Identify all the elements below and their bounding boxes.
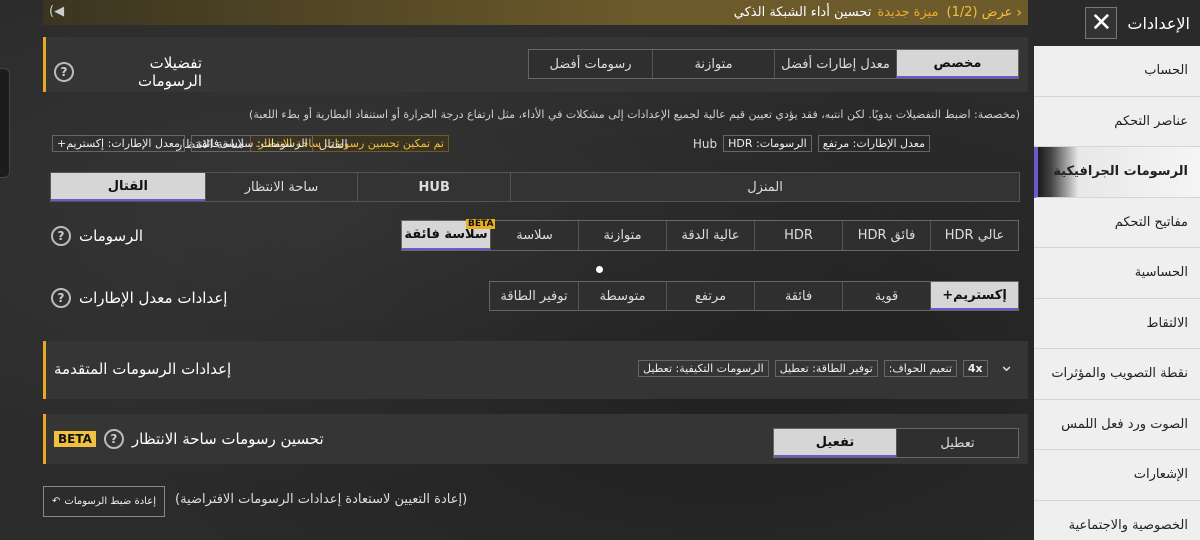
graphics-option-balanced[interactable]: متوازنة xyxy=(578,221,666,250)
graphics-pref-title-wrap: تفضيلات الرسومات ? xyxy=(54,54,202,90)
sidebar-item-label: الالتقاط xyxy=(1146,315,1188,331)
graphics-option-smooth[interactable]: سلاسة xyxy=(490,221,578,250)
sidebar-item-notifications[interactable]: الإشعارات xyxy=(1034,450,1200,501)
fps-option-ultra[interactable]: فائقة xyxy=(754,282,842,310)
power-save-tag: توفير الطاقة: تعطيل xyxy=(774,360,878,377)
mode-tabs: المنزل HUB ساحة الانتظار القتال xyxy=(50,172,1020,202)
speaker-icon: ◀) xyxy=(49,4,65,19)
sidebar-item-label: الصوت ورد فعل اللمس xyxy=(1061,416,1188,432)
sidebar-item-crosshair[interactable]: نقطة التصويب والمؤثرات xyxy=(1034,349,1200,400)
left-edge-handle xyxy=(0,68,10,178)
beta-tag: BETA xyxy=(466,219,496,229)
help-icon[interactable]: ? xyxy=(51,288,71,308)
sidebar-item-controls[interactable]: عناصر التحكم xyxy=(1034,97,1200,147)
reset-description: (إعادة التعيين لاستعادة إعدادات الرسومات… xyxy=(175,492,468,507)
fps-option-high[interactable]: مرتفع xyxy=(666,282,754,310)
option-enable[interactable]: تفعيل xyxy=(774,429,896,457)
graphics-option-label: سلاسة فائقة xyxy=(404,227,488,242)
announcement-new-feature: ميزة جديدة xyxy=(877,5,939,20)
chevron-left-icon[interactable]: ‹ xyxy=(1016,5,1022,21)
fps-label-wrap: إعدادات معدل الإطارات ? xyxy=(51,288,227,308)
fps-option-medium[interactable]: متوسطة xyxy=(578,282,666,310)
sidebar-item-graphics[interactable]: الرسومات الجرافيكية xyxy=(1034,147,1200,198)
tab-combat[interactable]: القتال xyxy=(50,173,205,201)
graphics-option-hdr-high[interactable]: عالي HDR xyxy=(930,221,1018,250)
pref-option-custom[interactable]: مخصص xyxy=(896,50,1018,78)
help-icon[interactable]: ? xyxy=(54,62,74,82)
combat-graphics-tag: الرسومات: سلاسة فائقة xyxy=(190,135,313,152)
lobby-enhance-segmented: تعطيل تفعيل xyxy=(773,428,1019,458)
settings-sidebar: الإعدادات ✕ الحساب عناصر التحكم الرسومات… xyxy=(1034,0,1200,540)
sidebar-item-audio[interactable]: الصوت ورد فعل اللمس xyxy=(1034,400,1200,450)
reset-graphics-button[interactable]: إعادة ضبط الرسومات ↶ xyxy=(43,486,165,517)
sidebar-item-label: الحساسية xyxy=(1134,265,1188,281)
lobby-enhance-title-wrap: تحسين رسومات ساحة الانتظار ? BETA xyxy=(54,429,324,449)
sidebar-item-label: عناصر التحكم xyxy=(1114,113,1188,129)
sidebar-item-account[interactable]: الحساب xyxy=(1034,46,1200,97)
fps-option-strong[interactable]: قوية xyxy=(842,282,930,310)
announcement-offer: عرض (1/2) xyxy=(946,5,1013,20)
tab-hub[interactable]: HUB xyxy=(357,173,511,201)
sidebar-item-label: الرسومات الجرافيكية xyxy=(1053,164,1188,180)
sidebar-item-label: الخصوصية والاجتماعية xyxy=(1068,517,1188,533)
graphics-option-hdr-ultra[interactable]: فائق HDR xyxy=(842,221,930,250)
pref-option-fps[interactable]: معدل إطارات أفضل xyxy=(774,50,896,78)
sidebar-item-pickup[interactable]: الالتقاط xyxy=(1034,299,1200,349)
close-icon[interactable]: ✕ xyxy=(1085,7,1118,39)
sidebar-item-label: مفاتيح التحكم xyxy=(1114,214,1188,230)
help-icon[interactable]: ? xyxy=(103,429,124,449)
hub-label: Hub xyxy=(692,136,718,151)
settings-title: الإعدادات xyxy=(1127,13,1190,33)
sidebar-item-label: نقطة التصويب والمؤثرات xyxy=(1051,366,1188,382)
combat-label: القتال xyxy=(318,136,348,151)
aa-tag: تنعيم الحواف: xyxy=(883,360,957,377)
hub-graphics-tag: الرسومات: HDR xyxy=(723,135,812,152)
graphics-pref-segmented: مخصص معدل إطارات أفضل متوازنة رسومات أفض… xyxy=(528,49,1019,79)
help-icon[interactable]: ? xyxy=(51,226,71,246)
advanced-section[interactable]: إعدادات الرسومات المتقدمة 4x تنعيم الحوا… xyxy=(43,341,1028,399)
fps-option-power-save[interactable]: توفير الطاقة xyxy=(490,282,578,310)
sidebar-item-privacy[interactable]: الخصوصية والاجتماعية xyxy=(1034,501,1200,540)
hub-fps-tag: معدل الإطارات: مرتفع xyxy=(817,135,930,152)
combat-fps-tag: معدل الإطارات: إكستريم+ xyxy=(52,135,185,152)
advanced-title: إعدادات الرسومات المتقدمة xyxy=(54,360,232,378)
graphics-pref-title: تفضيلات الرسومات xyxy=(137,54,202,90)
sidebar-item-control-keys[interactable]: مفاتيح التحكم xyxy=(1034,198,1200,248)
tab-lobby[interactable]: ساحة الانتظار xyxy=(204,173,358,201)
graphics-option-high-res[interactable]: عالية الدقة xyxy=(666,221,754,250)
sidebar-header: الإعدادات ✕ xyxy=(1034,0,1200,46)
pref-option-quality[interactable]: رسومات أفضل xyxy=(529,50,652,78)
adaptive-tag: الرسومات التكيفية: تعطيل xyxy=(638,360,769,377)
graphics-label: الرسومات xyxy=(79,227,144,245)
sidebar-item-label: الحساب xyxy=(1144,63,1188,79)
sidebar-item-sensitivity[interactable]: الحساسية xyxy=(1034,248,1200,299)
fps-option-extreme-plus[interactable]: إكستريم+ xyxy=(930,282,1018,310)
pref-option-balanced[interactable]: متوازنة xyxy=(652,50,774,78)
announcement-title: تحسين أداء الشبكة الذكي xyxy=(733,5,872,20)
aa-value-tag: 4x xyxy=(962,360,988,377)
page-indicator-dot xyxy=(596,266,603,273)
combat-summary: القتال الرسومات: سلاسة فائقة معدل الإطار… xyxy=(52,135,348,152)
chevron-down-icon[interactable]: ⌄ xyxy=(999,355,1014,376)
option-disable[interactable]: تعطيل xyxy=(896,429,1018,457)
fps-segmented: إكستريم+ قوية فائقة مرتفع متوسطة توفير ا… xyxy=(489,281,1019,311)
reset-button-label: إعادة ضبط الرسومات xyxy=(64,496,156,507)
custom-hint: (مخصصة: اضبط التفضيلات يدويًا. لكن انتبه… xyxy=(249,108,1020,121)
advanced-tags: 4x تنعيم الحواف: توفير الطاقة: تعطيل الر… xyxy=(638,360,988,377)
beta-badge: BETA xyxy=(54,431,96,447)
hub-summary: معدل الإطارات: مرتفع الرسومات: HDR Hub xyxy=(693,135,930,152)
graphics-segmented: عالي HDR فائق HDR HDR عالية الدقة متوازن… xyxy=(401,219,1019,251)
sidebar-item-label: الإشعارات xyxy=(1133,467,1188,483)
graphics-option-hdr[interactable]: HDR xyxy=(754,221,842,250)
tab-home[interactable]: المنزل xyxy=(510,173,1019,201)
graphics-option-ultra-smooth[interactable]: سلاسة فائقة BETA xyxy=(402,219,496,250)
announcement-bar[interactable]: ‹ عرض (1/2) ميزة جديدة تحسين أداء الشبكة… xyxy=(43,0,1028,25)
graphics-label-wrap: الرسومات ? xyxy=(51,226,143,246)
fps-label: إعدادات معدل الإطارات xyxy=(79,289,228,307)
lobby-enhance-title: تحسين رسومات ساحة الانتظار xyxy=(131,430,324,448)
reset-icon: ↶ xyxy=(52,496,61,507)
